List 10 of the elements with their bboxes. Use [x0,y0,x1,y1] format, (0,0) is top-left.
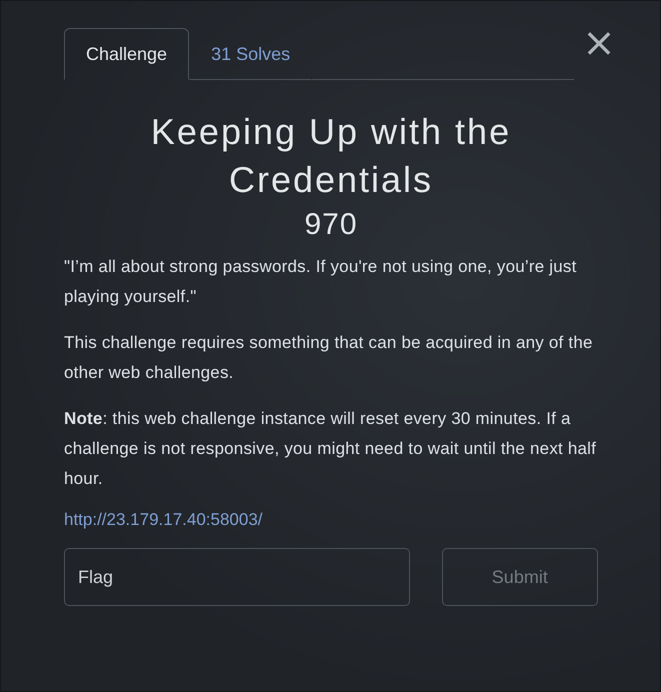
flag-input-field[interactable]: Flag [64,548,410,606]
description-paragraph: Note: this web challenge instance will reset every 30 minutes. If a challenge is not responsive, you might need to wait until the next half hour. [64,408,598,490]
description-paragraph: "I’m all about strong passwords. If you're not using one, you’re just playing yourself." [64,256,578,308]
tab[interactable]: Challenge [64,28,190,80]
instance-link[interactable]: http://23.179.17.40:58003/ [64,510,598,530]
tab[interactable]: 31 Solves [189,28,312,80]
points-value: 970 [303,208,359,242]
description-paragraph: This challenge requires something that can be acquired in any of the other web challenges. [64,332,594,384]
close-button[interactable]: × [578,28,620,58]
challenge-title: Keeping Up with the Credentials [150,110,512,202]
